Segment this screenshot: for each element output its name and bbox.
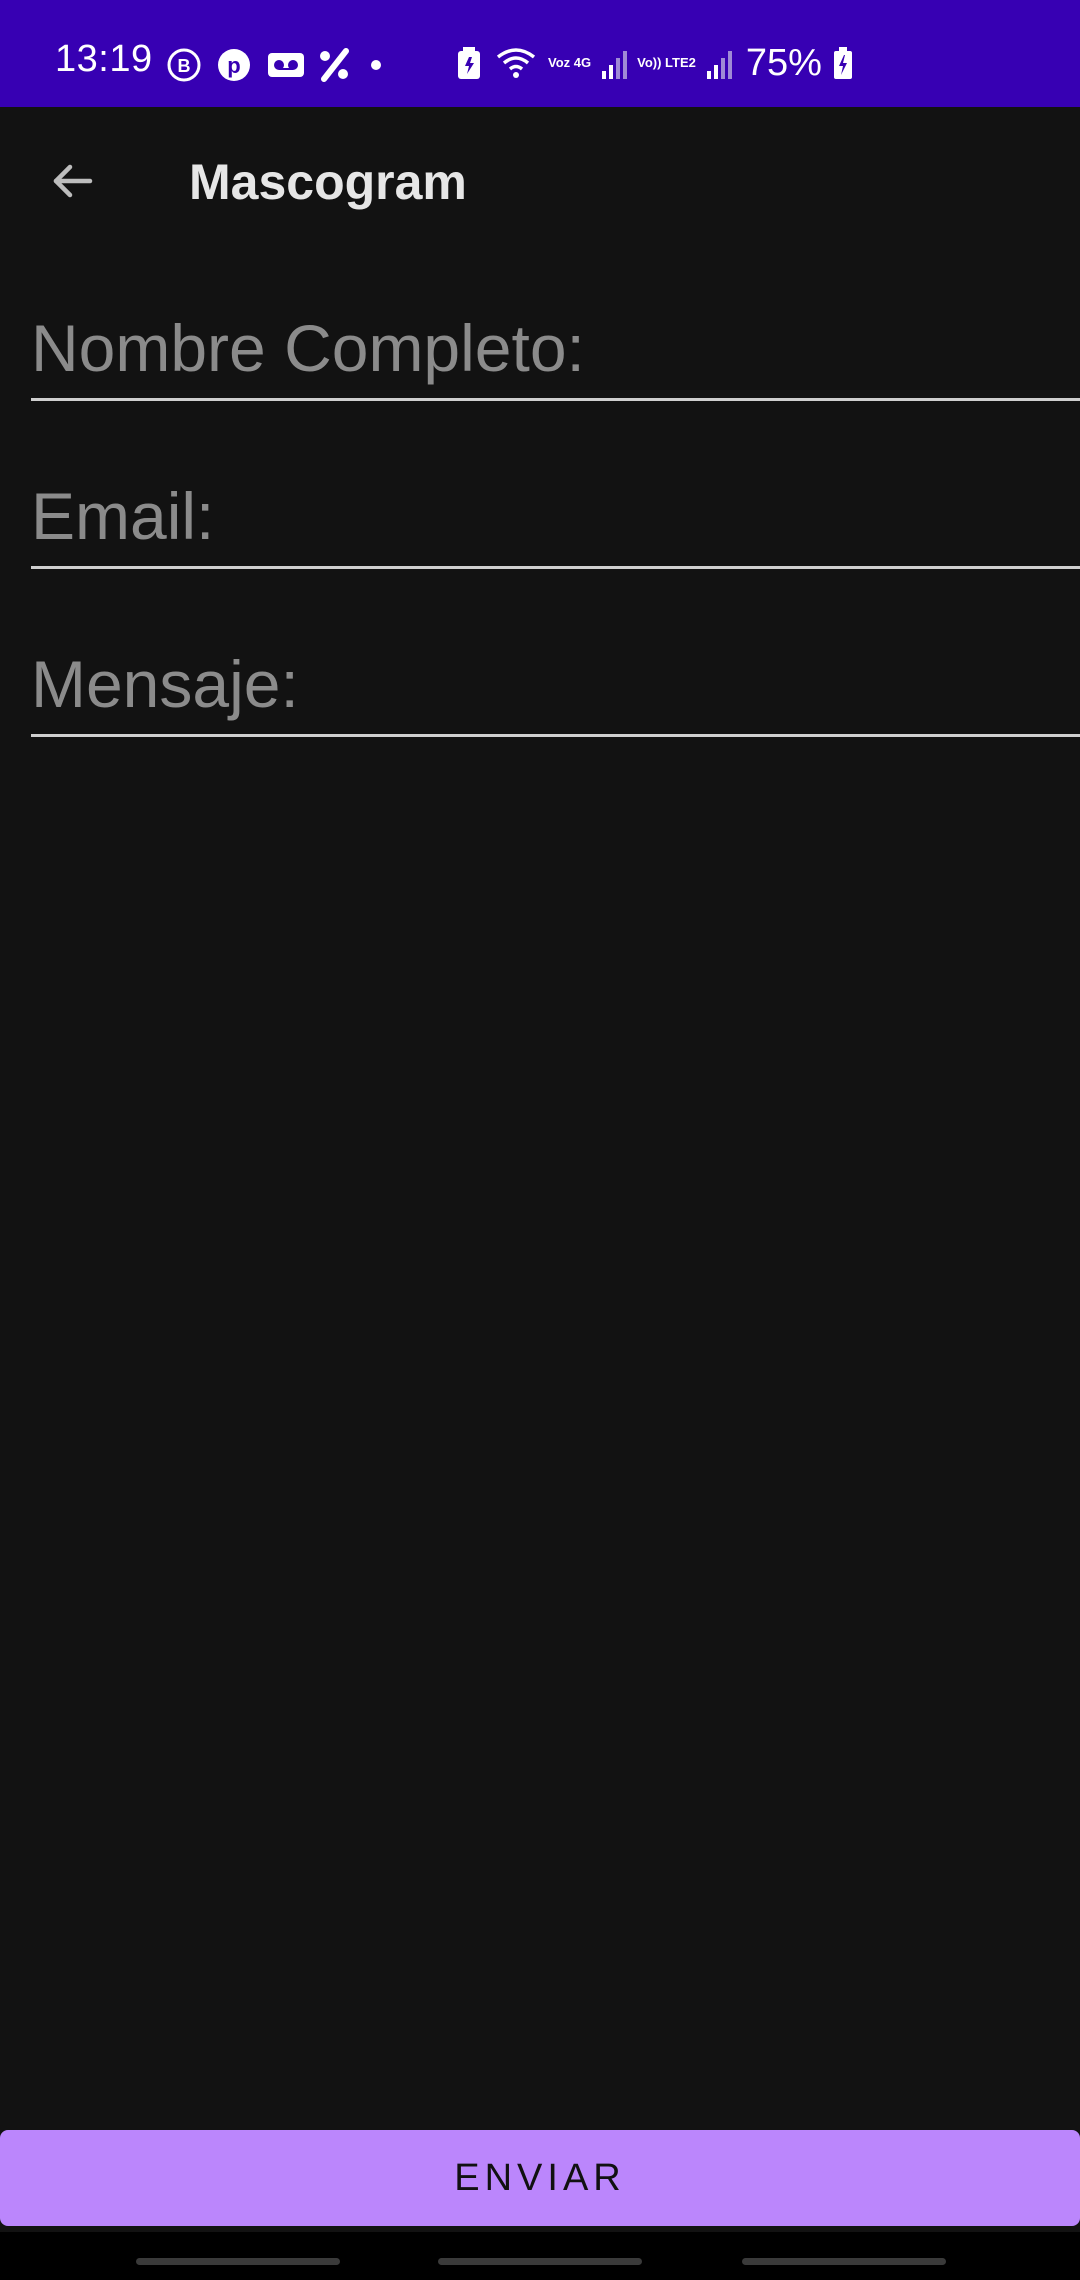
back-button[interactable] — [40, 151, 104, 215]
voicemail-icon — [266, 47, 304, 83]
nav-back-handle[interactable] — [742, 2258, 946, 2265]
system-icons: Voz 4G Vo)) LTE2 75% — [454, 44, 854, 82]
email-field[interactable] — [31, 465, 1080, 569]
notification-icons: B p — [166, 47, 402, 83]
nav-recents-handle[interactable] — [136, 2258, 340, 2265]
wifi-icon — [494, 45, 538, 81]
svg-text:p: p — [227, 53, 240, 78]
network-4g-label: Voz 4G — [548, 55, 592, 70]
full-name-field[interactable] — [31, 297, 1080, 401]
app-toolbar: Mascogram — [0, 107, 1080, 259]
page-title: Mascogram — [189, 154, 467, 210]
dot-icon — [366, 47, 402, 83]
svg-text:B: B — [178, 56, 191, 76]
pinterest-icon: p — [216, 47, 252, 83]
signal-icon — [601, 45, 628, 81]
status-bar: 13:19 B p Voz 4G Vo)) LTE2 75% — [0, 0, 1080, 107]
b-circle-icon: B — [166, 47, 202, 83]
charging-battery-icon — [832, 45, 854, 81]
signal-icon — [706, 45, 732, 81]
status-time: 13:19 — [55, 38, 153, 80]
system-nav-bar — [0, 2232, 1080, 2280]
battery-saver-icon — [454, 45, 484, 81]
send-button[interactable]: ENVIAR — [0, 2130, 1080, 2226]
contact-screen: 13:19 B p Voz 4G Vo)) LTE2 75% Mascogram… — [0, 0, 1080, 2280]
battery-percent: 75% — [745, 42, 822, 84]
nav-home-handle[interactable] — [438, 2258, 642, 2265]
arrow-back-icon — [48, 157, 96, 210]
message-field[interactable] — [31, 633, 1080, 737]
percent-icon — [316, 47, 352, 83]
network-lte-label: Vo)) LTE2 — [637, 55, 696, 70]
